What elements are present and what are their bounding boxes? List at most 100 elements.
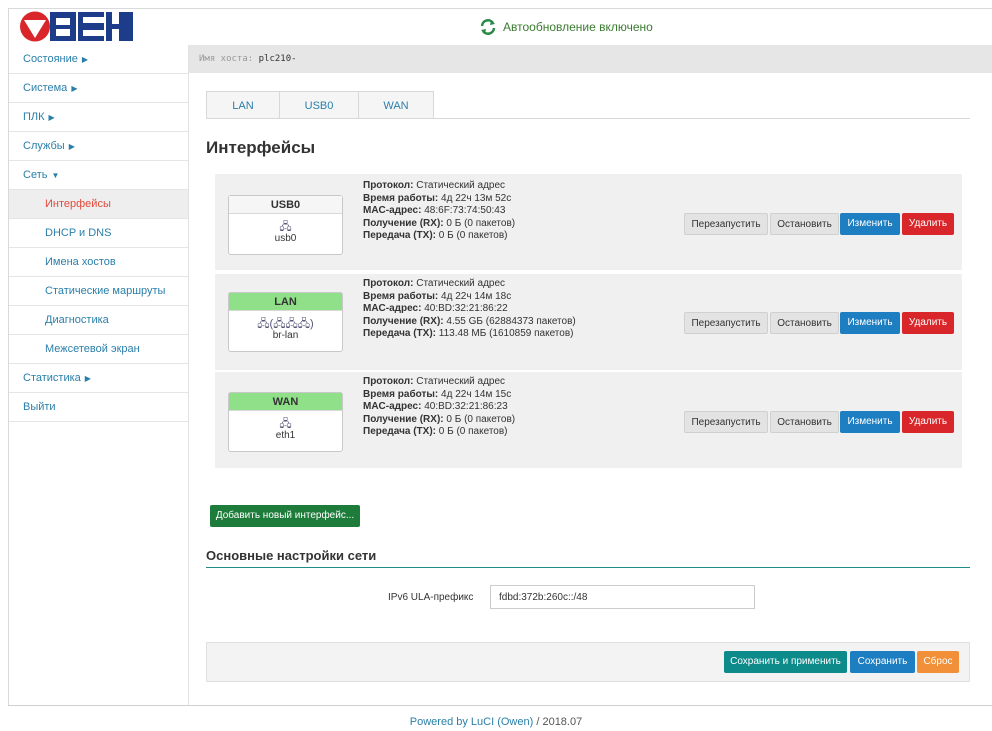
delete-button[interactable]: Удалить <box>902 312 954 334</box>
sidebar-item-label: Состояние <box>23 53 78 65</box>
uptime-value: 4д 22ч 14м 18с <box>441 290 512 302</box>
mac-label: MAC-адрес: <box>363 205 422 216</box>
edit-button[interactable]: Изменить <box>840 411 900 433</box>
edit-button[interactable]: Изменить <box>840 312 900 334</box>
interface-card: WAN 🖧 eth1 <box>228 392 343 452</box>
rx-value: 0 Б (0 пакетов) <box>446 413 516 425</box>
footer-version: 2018.07 <box>542 716 583 728</box>
sidebar-subitem-static-routes[interactable]: Статические маршруты <box>9 277 188 306</box>
interface-device: usb0 <box>274 233 297 244</box>
save-apply-button[interactable]: Сохранить и применить <box>724 651 847 673</box>
sidebar-item-plc[interactable]: ПЛК ▶ <box>9 103 188 132</box>
protocol-label: Протокол: <box>363 278 414 289</box>
protocol-label: Протокол: <box>363 376 414 387</box>
sidebar-subitem-firewall[interactable]: Межсетевой экран <box>9 335 188 364</box>
caret-down-icon: ▼ <box>51 171 60 180</box>
restart-button[interactable]: Перезапустить <box>684 312 768 334</box>
footer: Powered by LuCI (Owen) / 2018.07 <box>0 716 992 728</box>
ula-prefix-input[interactable] <box>490 585 755 609</box>
caret-right-icon: ▶ <box>81 55 89 64</box>
hostname-bar: Имя хоста: plc210- <box>189 45 992 73</box>
uptime-value: 4д 22ч 13м 52с <box>441 192 512 204</box>
delete-button[interactable]: Удалить <box>902 213 954 235</box>
form-actions-bar: Сохранить и применить Сохранить Сброс <box>206 642 970 682</box>
restart-button[interactable]: Перезапустить <box>684 213 768 235</box>
sidebar-subitem-diagnostics[interactable]: Диагностика <box>9 306 188 335</box>
sidebar-subitem-interfaces[interactable]: Интерфейсы <box>9 190 188 219</box>
protocol-value: Статический адрес <box>416 376 506 387</box>
sidebar-subitem-dhcp-dns[interactable]: DHCP и DNS <box>9 219 188 248</box>
stop-button[interactable]: Остановить <box>770 213 839 235</box>
interface-info: Протокол: Статический адрес Время работы… <box>363 180 515 243</box>
uptime-label: Время работы: <box>363 290 439 302</box>
header: Автообновление включено <box>9 9 992 45</box>
caret-right-icon: ▶ <box>71 84 78 93</box>
protocol-value: Статический адрес <box>416 278 506 289</box>
caret-right-icon: ▶ <box>48 113 55 122</box>
sidebar-item-label: Выйти <box>23 401 56 413</box>
tx-value: 0 Б (0 пакетов) <box>438 426 508 437</box>
mac-label: MAC-адрес: <box>363 401 422 412</box>
tab-lan[interactable]: LAN <box>206 91 280 119</box>
luci-link[interactable]: Powered by LuCI (Owen) <box>410 716 534 728</box>
interface-info: Протокол: Статический адрес Время работы… <box>363 278 576 341</box>
refresh-icon <box>480 19 496 35</box>
stop-button[interactable]: Остановить <box>770 411 839 433</box>
sidebar-item-label: Статистика <box>23 372 81 384</box>
rx-label: Получение (RX): <box>363 413 444 425</box>
interface-row-lan: LAN 🖧(🖧🖧🖧) br-lan Протокол: Статический … <box>215 274 962 372</box>
sidebar-item-statistics[interactable]: Статистика ▶ <box>9 364 188 393</box>
save-button[interactable]: Сохранить <box>850 651 915 673</box>
bridge-icon: 🖧(🖧🖧🖧) <box>257 318 314 330</box>
interface-name: USB0 <box>229 196 342 214</box>
uptime-label: Время работы: <box>363 192 439 204</box>
sidebar-item-services[interactable]: Службы ▶ <box>9 132 188 161</box>
tab-wan[interactable]: WAN <box>358 91 434 119</box>
sidebar-subitem-hostnames[interactable]: Имена хостов <box>9 248 188 277</box>
sidebar-item-label: Службы <box>23 140 65 152</box>
ula-prefix-label: IPv6 ULA-префикс <box>388 592 474 603</box>
sidebar-item-label: ПЛК <box>23 111 45 123</box>
sidebar-item-logout[interactable]: Выйти <box>9 393 188 422</box>
interface-row-usb0: USB0 🖧 usb0 Протокол: Статический адрес … <box>215 174 962 272</box>
interface-tabs: LAN USB0 WAN <box>206 91 434 119</box>
edit-button[interactable]: Изменить <box>840 213 900 235</box>
protocol-value: Статический адрес <box>416 180 506 191</box>
owen-logo[interactable] <box>19 10 135 43</box>
interface-device: br-lan <box>272 330 299 341</box>
mac-value: 40:BD:32:21:86:22 <box>424 303 508 314</box>
page-title: Интерфейсы <box>206 138 316 157</box>
caret-right-icon: ▶ <box>84 374 91 383</box>
uptime-label: Время работы: <box>363 388 439 400</box>
interface-name: WAN <box>229 393 342 411</box>
tx-label: Передача (TX): <box>363 230 436 241</box>
mac-value: 40:BD:32:21:86:23 <box>424 401 508 412</box>
sidebar-item-status[interactable]: Состояние ▶ <box>9 45 188 74</box>
uptime-value: 4д 22ч 14м 15с <box>441 388 512 400</box>
autorefresh-label: Автообновление включено <box>503 20 653 34</box>
caret-right-icon: ▶ <box>68 142 75 151</box>
interface-device: eth1 <box>275 430 296 441</box>
interface-name: LAN <box>229 293 342 311</box>
interface-info: Протокол: Статический адрес Время работы… <box>363 376 515 439</box>
tx-value: 0 Б (0 пакетов) <box>438 230 508 241</box>
interface-card: USB0 🖧 usb0 <box>228 195 343 255</box>
stop-button[interactable]: Остановить <box>770 312 839 334</box>
restart-button[interactable]: Перезапустить <box>684 411 768 433</box>
general-settings-title: Основные настройки сети <box>206 548 377 563</box>
tx-label: Передача (TX): <box>363 426 436 437</box>
sidebar-item-network[interactable]: Сеть ▼ <box>9 161 188 190</box>
sidebar-item-system[interactable]: Система ▶ <box>9 74 188 103</box>
mac-value: 48:6F:73:74:50:43 <box>424 205 506 216</box>
delete-button[interactable]: Удалить <box>902 411 954 433</box>
rx-value: 4.55 GБ (62884373 пакетов) <box>446 315 576 327</box>
hostname-label: Имя хоста: <box>199 54 254 64</box>
add-interface-button[interactable]: Добавить новый интерфейс... <box>210 505 360 527</box>
autorefresh-toggle[interactable]: Автообновление включено <box>479 19 653 35</box>
sidebar-item-label: Система <box>23 82 68 94</box>
rx-label: Получение (RX): <box>363 315 444 327</box>
tx-value: 113.48 МБ (1610859 пакетов) <box>438 328 574 339</box>
reset-button[interactable]: Сброс <box>917 651 959 673</box>
tab-usb0[interactable]: USB0 <box>279 91 359 119</box>
sidebar-item-label: Сеть <box>23 169 48 181</box>
